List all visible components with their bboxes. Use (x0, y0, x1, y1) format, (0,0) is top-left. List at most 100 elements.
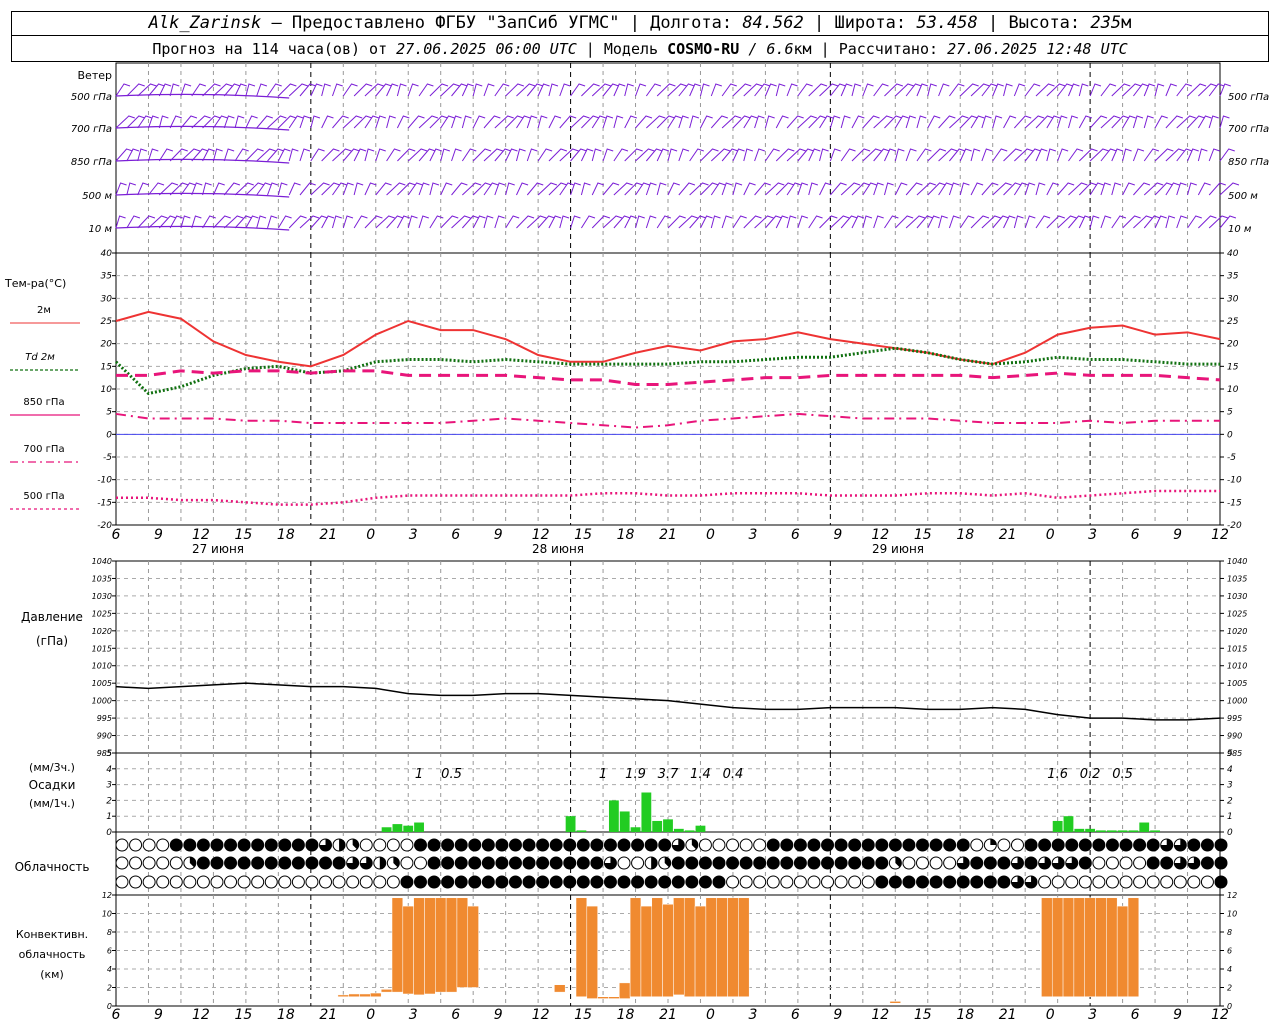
conv-bar (337, 994, 349, 998)
cloud-symbol (1065, 856, 1079, 870)
hour-label: 15 (234, 527, 252, 543)
wind-barb (905, 148, 917, 162)
wind-barb (938, 83, 950, 97)
conv-bar (727, 897, 739, 998)
cloud-symbol (712, 875, 726, 889)
wind-barb (256, 83, 268, 97)
wind-barb (591, 182, 605, 196)
cloud-fill (224, 839, 237, 851)
wind-barb (451, 182, 468, 196)
cloud-fill (807, 839, 820, 851)
cloud-fill (997, 876, 1010, 888)
wind-barb (277, 215, 292, 229)
hour-label-bottom: 0 (1046, 1007, 1055, 1023)
hour-label: 9 (154, 527, 163, 543)
wind-barb (862, 83, 874, 97)
hour-label-bottom: 6 (791, 1007, 800, 1023)
wind-barb (364, 148, 375, 162)
cloud-symbol (508, 838, 522, 852)
cloud-fill (889, 839, 902, 851)
cloud-symbol (929, 856, 943, 870)
cloud-fill (1133, 839, 1146, 851)
y-tick-label: 2 (1227, 984, 1232, 993)
cloud-fill (495, 857, 508, 869)
cloud-symbol (861, 856, 875, 870)
wind-barb (819, 182, 832, 196)
cloud-symbol (1200, 838, 1214, 852)
cloud-circle (1038, 875, 1052, 889)
cloud-circle (1078, 875, 1092, 889)
cloud-symbol (685, 838, 699, 852)
hour-label-bottom: 18 (617, 1007, 635, 1023)
wind-barb (1035, 182, 1046, 196)
wind-barb (364, 182, 377, 196)
cloud-fill (170, 839, 183, 851)
cloud-fill (957, 876, 970, 888)
temp-panel-label: Тем-ра(°C) (4, 277, 66, 290)
wind-level-label: 850 гПа (71, 157, 112, 168)
conv-panel-label: Конвективн. (16, 928, 88, 941)
conv-bar (1127, 897, 1140, 998)
wind-barb (883, 182, 894, 196)
wind-barb (829, 148, 841, 162)
wind-barb (126, 148, 140, 162)
cloud-fill (794, 839, 807, 851)
cloud-fill (875, 857, 888, 869)
conv-bar (640, 905, 653, 997)
cloud-symbol (495, 875, 509, 889)
wind-barb (516, 182, 529, 196)
day-label: 28 июня (532, 542, 584, 556)
cloud-fill (1147, 857, 1160, 869)
cloud-fill (1201, 857, 1214, 869)
cloud-symbol (1119, 856, 1133, 870)
cloud-symbol (631, 875, 645, 889)
conv-bar (683, 897, 696, 998)
wind-barb (851, 215, 865, 229)
cloud-circle (210, 875, 224, 889)
wind-barb (256, 182, 272, 196)
y-tick-label: 4 (106, 765, 112, 775)
wind-barb (667, 148, 678, 162)
cloud-fill (305, 839, 318, 851)
cloud-symbol (359, 838, 373, 852)
cloud-fill (251, 839, 264, 851)
wind-barb (689, 182, 709, 196)
precip-unit-1h: (мм/1ч.) (29, 797, 75, 810)
precip-bar (684, 830, 695, 832)
wind-barb (829, 182, 847, 196)
y-tick-label: -10 (1227, 476, 1242, 486)
cloud-symbol (563, 838, 577, 852)
wind-barb (1154, 115, 1168, 129)
wind-barb (700, 215, 713, 229)
cloud-symbol (291, 875, 305, 889)
y-tick-label: 10 (101, 385, 113, 395)
day-label: 27 июня (192, 542, 244, 556)
cloud-fill (1160, 857, 1173, 869)
cloud-symbol (617, 856, 631, 870)
cloud-fill (563, 839, 576, 851)
cloud-symbol (413, 856, 427, 870)
wind-barb (786, 115, 804, 129)
cloud-circle (1092, 875, 1106, 889)
wind-barb (1165, 83, 1177, 97)
cloud-symbol (848, 856, 862, 870)
cloud-symbol (549, 838, 563, 852)
cloud-fill (699, 857, 712, 869)
wind-barb (126, 182, 137, 196)
y-tick-label: 25 (101, 317, 113, 327)
cloud-symbol (943, 838, 957, 852)
cloud-symbol (970, 838, 984, 852)
cloud-fill (339, 839, 346, 851)
cloud-symbol (929, 838, 943, 852)
cloud-symbol (305, 875, 319, 889)
wind-barb (992, 115, 1003, 129)
y-tick-label: 0 (106, 430, 112, 440)
y-tick-label: 995 (1227, 714, 1242, 723)
cloud-symbol (685, 856, 699, 870)
cloud-fill (930, 839, 943, 851)
cloud-symbol (346, 875, 360, 889)
cloud-circle (726, 875, 740, 889)
wind-barb (386, 115, 396, 129)
cloud-symbol (861, 875, 875, 889)
cloud-symbol (1024, 875, 1038, 889)
